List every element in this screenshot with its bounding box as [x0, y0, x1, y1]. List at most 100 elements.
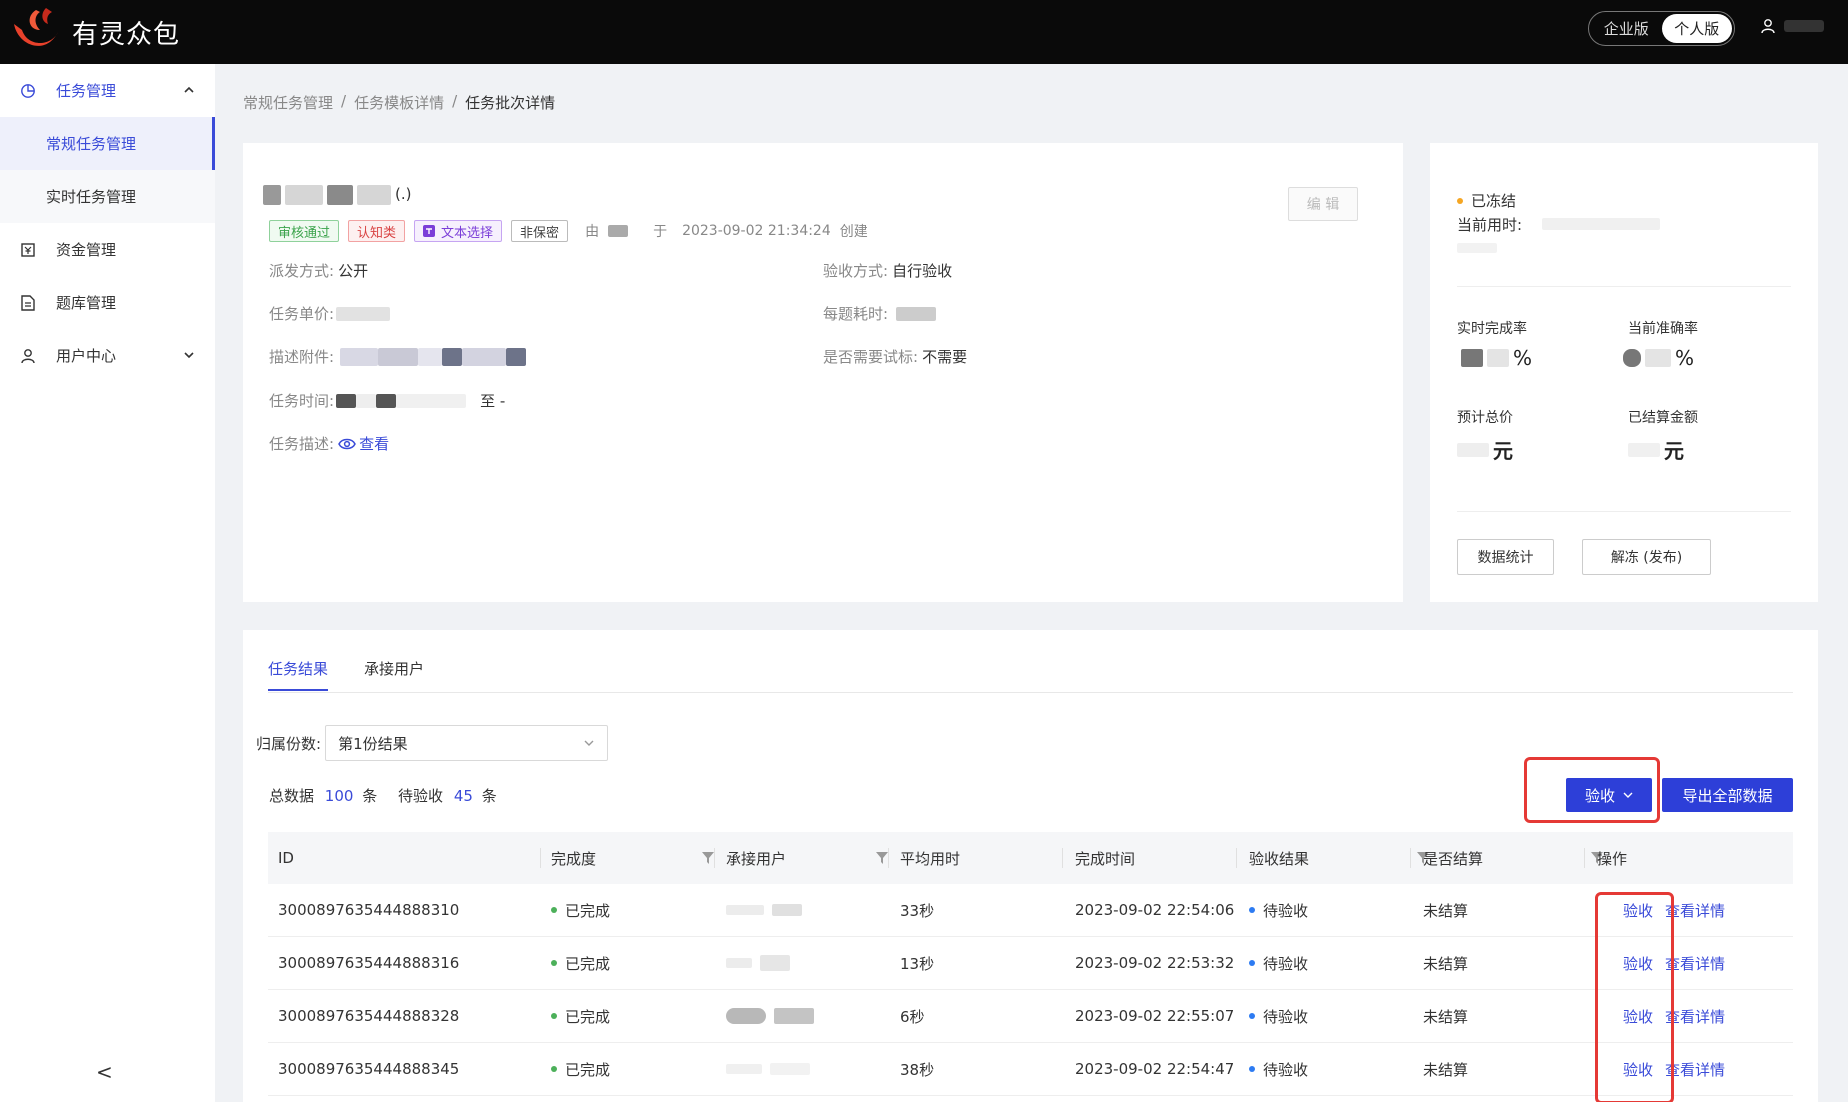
- settled-amount-value: 元: [1628, 435, 1684, 464]
- settled-amount-redacted: [1628, 442, 1660, 457]
- sidebar-item-label: 任务管理: [56, 82, 117, 100]
- share-select[interactable]: 第1份结果: [325, 725, 609, 761]
- dispatch-method-label: 派发方式:: [269, 262, 335, 280]
- attachment-redacted[interactable]: [442, 347, 463, 366]
- attachment-label: 描述附件:: [269, 348, 335, 366]
- pending-unit: 条: [481, 787, 497, 805]
- top-bar: 有灵众包 企业版 个人版: [0, 0, 1848, 64]
- row-view-details-link[interactable]: 查看详情: [1665, 900, 1725, 921]
- attachment-redacted[interactable]: [506, 347, 527, 366]
- row-view-details-link[interactable]: 查看详情: [1665, 1006, 1725, 1027]
- sidebar-item-user-center[interactable]: 用户中心: [0, 329, 215, 382]
- task-info-card: (.) 编 辑 审核通过 认知类 文本选择 非保密 由 于 2023-09-02…: [243, 143, 1403, 602]
- percent-unit: %: [1675, 346, 1695, 370]
- accuracy-redacted: [1645, 349, 1671, 367]
- completion-redacted: [1461, 349, 1483, 367]
- start-time-redacted: [396, 393, 467, 408]
- pending-label: 待验收: [398, 787, 444, 805]
- status-dot: [1249, 907, 1255, 913]
- table-row: 3000897635444888345 已完成 38秒 2023-09-02 2…: [268, 1043, 1793, 1096]
- total-count: 100: [324, 787, 354, 805]
- logo-mark-icon: [14, 8, 58, 46]
- filter-icon[interactable]: [702, 852, 714, 864]
- cell-user-redacted: [726, 990, 814, 1042]
- attachment-redacted[interactable]: [340, 347, 379, 366]
- sidebar-item-label: 资金管理: [56, 241, 117, 259]
- sidebar-item-funds[interactable]: 资金管理: [0, 223, 215, 276]
- cell-settled: 未结算: [1423, 954, 1469, 973]
- cell-id: 3000897635444888345: [278, 1060, 460, 1078]
- status-dot: [1249, 1066, 1255, 1072]
- redacted-text: [263, 185, 281, 205]
- sidebar-item-task-management[interactable]: 任务管理: [0, 64, 215, 117]
- column-user-label: 承接用户: [726, 849, 787, 868]
- bulk-verify-label: 验收: [1584, 786, 1615, 805]
- unfreeze-publish-button[interactable]: 解冻 (发布): [1582, 539, 1711, 575]
- cell-verify-result: 待验收: [1249, 937, 1308, 989]
- column-separator: [1062, 848, 1063, 868]
- stats-divider: [1457, 286, 1791, 287]
- estimated-total-value: 元: [1457, 435, 1513, 464]
- breadcrumb-template-detail[interactable]: 任务模板详情: [354, 92, 444, 113]
- cell-avg-time: 13秒: [900, 954, 935, 973]
- completion-redacted: [1487, 349, 1509, 367]
- column-separator: [1410, 848, 1411, 868]
- edit-button[interactable]: 编 辑: [1288, 187, 1358, 221]
- logo[interactable]: 有灵众包: [6, 6, 180, 58]
- attachment-redacted[interactable]: [418, 347, 443, 366]
- results-tabs: 任务结果 承接用户: [268, 630, 424, 693]
- row-view-details-link[interactable]: 查看详情: [1665, 953, 1725, 974]
- wallet-icon: [20, 242, 36, 258]
- attachment-redacted[interactable]: [378, 347, 419, 366]
- table-row: 3000897635444888310 已完成 33秒 2023-09-02 2…: [268, 884, 1793, 937]
- attachment-redacted[interactable]: [462, 347, 507, 366]
- data-stats-button[interactable]: 数据统计: [1457, 539, 1554, 575]
- sidebar-item-question-bank[interactable]: 题库管理: [0, 276, 215, 329]
- trial-label: 是否需要试标:: [823, 348, 919, 366]
- sidebar-item-realtime-tasks[interactable]: 实时任务管理: [0, 170, 215, 223]
- breadcrumb-regular-tasks[interactable]: 常规任务管理: [243, 92, 333, 113]
- column-separator: [1236, 848, 1237, 868]
- verify-result-label: 待验收: [1263, 1060, 1309, 1079]
- tab-task-results[interactable]: 任务结果: [268, 630, 329, 693]
- redacted-text: [285, 185, 323, 205]
- settled-amount-label: 已结算金额: [1628, 410, 1698, 426]
- category-tag-cognitive: 认知类: [348, 220, 406, 242]
- edition-switch[interactable]: 企业版 个人版: [1588, 11, 1735, 46]
- verify-result-label: 待验收: [1263, 901, 1309, 920]
- frozen-status-label: 已冻结: [1471, 192, 1517, 210]
- status-dot: [551, 907, 557, 913]
- redacted-text: [357, 185, 391, 205]
- column-settled-label: 是否结算: [1423, 849, 1484, 868]
- column-verify-result-label: 验收结果: [1249, 849, 1310, 868]
- table-row: 3000897635444888316 已完成 13秒 2023-09-02 2…: [268, 937, 1793, 990]
- edition-personal[interactable]: 个人版: [1661, 14, 1732, 43]
- status-dot: [1249, 1013, 1255, 1019]
- cell-verify-result: 待验收: [1249, 990, 1308, 1042]
- filter-icon[interactable]: [876, 852, 888, 864]
- tab-assigned-users[interactable]: 承接用户: [364, 630, 424, 693]
- chevron-up-icon: [184, 86, 194, 93]
- user-menu[interactable]: [1760, 18, 1824, 34]
- bulk-verify-button[interactable]: 验收: [1566, 778, 1652, 812]
- pie-chart-icon: [20, 83, 36, 99]
- export-all-button[interactable]: 导出全部数据: [1662, 778, 1793, 812]
- column-actions: 操作: [1597, 849, 1628, 868]
- column-user: 承接用户: [726, 832, 888, 884]
- row-view-details-link[interactable]: 查看详情: [1665, 1059, 1725, 1080]
- logo-text: 有灵众包: [72, 19, 181, 50]
- task-results-card: 任务结果 承接用户 归属份数: 第1份结果 总数据 100 条 待验收 45 条…: [243, 630, 1818, 1102]
- estimated-total-label: 预计总价: [1457, 410, 1513, 426]
- column-id: ID: [278, 849, 294, 867]
- view-description-link[interactable]: 查看: [338, 433, 389, 454]
- edition-enterprise[interactable]: 企业版: [1591, 14, 1662, 43]
- text-select-icon: [423, 225, 436, 237]
- per-question-time-label: 每题耗时:: [823, 305, 889, 323]
- sidebar-collapse-button[interactable]: <: [96, 1060, 113, 1084]
- dispatch-method-field: 派发方式: 公开: [269, 260, 368, 281]
- cell-finish-time: 2023-09-02 22:55:07: [1075, 1007, 1235, 1025]
- sidebar-item-regular-tasks[interactable]: 常规任务管理: [0, 117, 215, 170]
- estimated-total-redacted: [1457, 442, 1489, 457]
- column-completion-label: 完成度: [551, 849, 597, 868]
- sidebar: 任务管理 常规任务管理 实时任务管理 资金管理 题库管理 用户中心 <: [0, 64, 215, 1102]
